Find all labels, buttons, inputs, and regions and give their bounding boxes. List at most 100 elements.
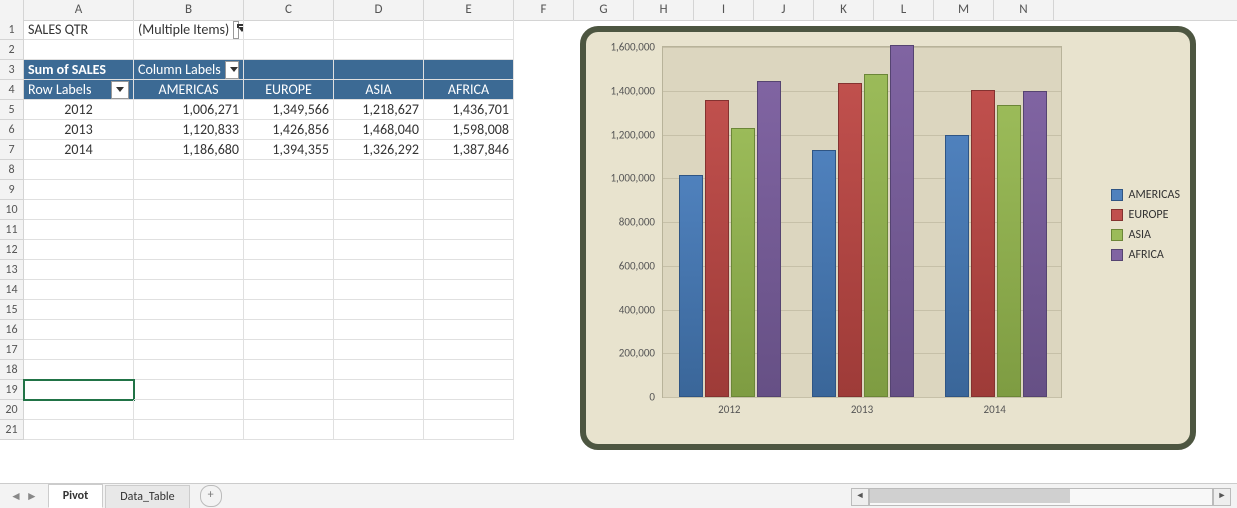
cell[interactable]	[424, 160, 514, 180]
cell[interactable]	[134, 400, 244, 420]
new-sheet-button[interactable]: +	[200, 485, 222, 507]
row-header[interactable]: 9	[0, 180, 24, 200]
cell[interactable]	[24, 220, 134, 240]
col-header-K[interactable]: K	[814, 0, 874, 20]
row-header[interactable]: 12	[0, 240, 24, 260]
cell[interactable]	[424, 380, 514, 400]
row-header[interactable]: 14	[0, 280, 24, 300]
cell[interactable]	[424, 300, 514, 320]
scroll-right-icon[interactable]: ►	[1213, 488, 1231, 506]
cell[interactable]	[244, 320, 334, 340]
pivot-filter-value[interactable]: (Multiple Items)	[134, 20, 244, 40]
cell[interactable]	[424, 360, 514, 380]
pivot-value[interactable]: 1,598,008	[424, 120, 514, 140]
cell[interactable]	[24, 340, 134, 360]
cell[interactable]	[334, 60, 424, 80]
cell[interactable]	[334, 360, 424, 380]
cell[interactable]	[24, 260, 134, 280]
sheet-tab-pivot[interactable]: Pivot	[48, 484, 104, 508]
cell[interactable]	[24, 420, 134, 440]
pivot-value[interactable]: 1,326,292	[334, 140, 424, 160]
pivot-value[interactable]: 1,468,040	[334, 120, 424, 140]
cell[interactable]	[334, 180, 424, 200]
cell[interactable]	[24, 300, 134, 320]
cell[interactable]	[334, 240, 424, 260]
row-header[interactable]: 15	[0, 300, 24, 320]
row-header[interactable]: 6	[0, 120, 24, 140]
cell[interactable]	[424, 320, 514, 340]
cell[interactable]	[424, 280, 514, 300]
pivot-filter-field[interactable]: SALES QTR	[24, 20, 134, 40]
cell[interactable]	[134, 260, 244, 280]
pivot-col-header[interactable]: AFRICA	[424, 80, 514, 100]
cell[interactable]	[134, 420, 244, 440]
row-header[interactable]: 8	[0, 160, 24, 180]
cell[interactable]	[244, 20, 334, 40]
cell[interactable]	[424, 420, 514, 440]
cell[interactable]	[424, 400, 514, 420]
cell[interactable]	[334, 160, 424, 180]
col-header-E[interactable]: E	[424, 0, 514, 20]
horizontal-scrollbar[interactable]: ◄ ►	[851, 489, 1231, 505]
col-header-B[interactable]: B	[134, 0, 244, 20]
cell[interactable]	[134, 360, 244, 380]
cell[interactable]	[334, 200, 424, 220]
cell[interactable]	[244, 340, 334, 360]
cell[interactable]	[244, 280, 334, 300]
cell[interactable]	[244, 160, 334, 180]
cell[interactable]	[424, 260, 514, 280]
row-header[interactable]: 7	[0, 140, 24, 160]
cell[interactable]	[244, 400, 334, 420]
filter-dropdown-icon[interactable]	[233, 21, 239, 39]
cell[interactable]	[334, 320, 424, 340]
pivot-col-header[interactable]: AMERICAS	[134, 80, 244, 100]
cell[interactable]	[334, 40, 424, 60]
cell[interactable]	[244, 180, 334, 200]
col-header-F[interactable]: F	[514, 0, 574, 20]
scroll-left-icon[interactable]: ◄	[851, 488, 869, 506]
cell[interactable]	[424, 20, 514, 40]
pivot-value[interactable]: 1,120,833	[134, 120, 244, 140]
row-header[interactable]: 11	[0, 220, 24, 240]
row-header[interactable]: 20	[0, 400, 24, 420]
cell[interactable]	[24, 240, 134, 260]
cell[interactable]	[134, 280, 244, 300]
cell[interactable]	[334, 300, 424, 320]
sheet-tab-data-table[interactable]: Data_Table	[105, 485, 189, 508]
tab-nav-next-icon[interactable]: ►	[26, 489, 38, 504]
col-header-L[interactable]: L	[874, 0, 934, 20]
cell[interactable]	[244, 260, 334, 280]
pivot-value[interactable]: 1,426,856	[244, 120, 334, 140]
col-header-H[interactable]: H	[634, 0, 694, 20]
row-header[interactable]: 3	[0, 60, 24, 80]
row-header[interactable]: 16	[0, 320, 24, 340]
pivot-value[interactable]: 1,349,566	[244, 100, 334, 120]
col-header-C[interactable]: C	[244, 0, 334, 20]
col-header-D[interactable]: D	[334, 0, 424, 20]
cell[interactable]	[424, 220, 514, 240]
cell[interactable]	[134, 300, 244, 320]
cell[interactable]	[24, 280, 134, 300]
row-header[interactable]: 10	[0, 200, 24, 220]
cell[interactable]	[24, 200, 134, 220]
row-header[interactable]: 18	[0, 360, 24, 380]
row-header[interactable]: 13	[0, 260, 24, 280]
col-header-N[interactable]: N	[994, 0, 1054, 20]
cell[interactable]	[134, 320, 244, 340]
row-header[interactable]: 17	[0, 340, 24, 360]
row-header[interactable]: 2	[0, 40, 24, 60]
pivot-value[interactable]: 1,387,846	[424, 140, 514, 160]
cell[interactable]	[244, 380, 334, 400]
pivot-col-header[interactable]: EUROPE	[244, 80, 334, 100]
pivot-row-header[interactable]: 2014	[24, 140, 134, 160]
pivot-chart[interactable]: 0200,000400,000600,000800,0001,000,0001,…	[580, 26, 1196, 450]
cell[interactable]	[244, 200, 334, 220]
cell[interactable]	[424, 180, 514, 200]
cell[interactable]	[244, 300, 334, 320]
pivot-value[interactable]: 1,186,680	[134, 140, 244, 160]
cell[interactable]	[24, 360, 134, 380]
row-header[interactable]: 5	[0, 100, 24, 120]
cell[interactable]	[424, 60, 514, 80]
pivot-value[interactable]: 1,436,701	[424, 100, 514, 120]
cell[interactable]	[134, 220, 244, 240]
